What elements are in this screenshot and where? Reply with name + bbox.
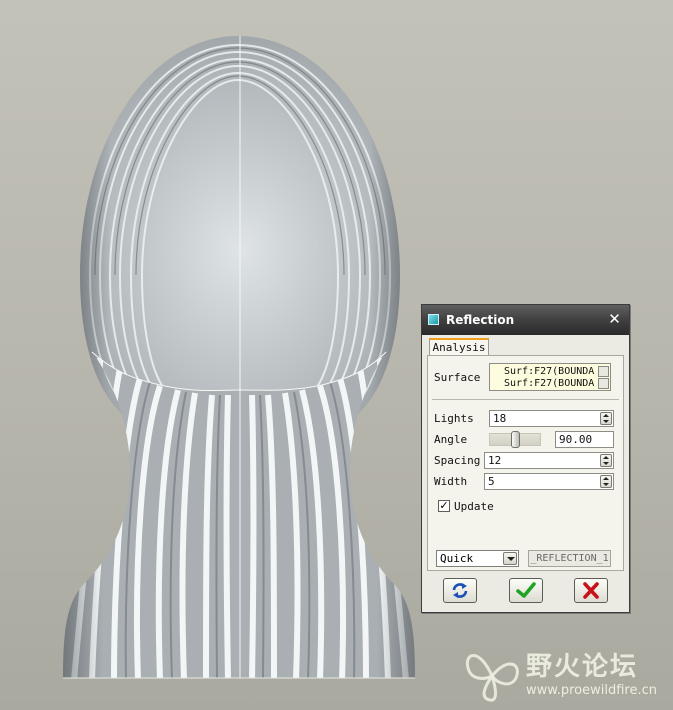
analysis-panel: Surface Surf:F27(BOUNDA Surf:F27(BOUNDA … — [427, 355, 624, 571]
mode-select[interactable]: Quick — [436, 550, 519, 567]
watermark-title: 野火论坛 — [526, 652, 639, 682]
close-icon[interactable]: ✕ — [606, 311, 623, 328]
reflection-icon — [428, 314, 439, 325]
width-spinner-icon[interactable] — [600, 475, 612, 488]
scroll-up-icon[interactable] — [598, 366, 609, 377]
surface-collector[interactable]: Surf:F27(BOUNDA Surf:F27(BOUNDA — [489, 363, 611, 391]
watermark-url: www.proewildfire.cn — [526, 683, 657, 698]
butterfly-logo-icon — [465, 654, 519, 702]
spacing-spinner-icon[interactable] — [600, 454, 612, 467]
lights-label: Lights — [434, 412, 474, 425]
tab-analysis[interactable]: Analysis — [429, 338, 489, 356]
dialog-title: Reflection — [446, 313, 515, 327]
repeat-icon — [452, 583, 468, 598]
surface-item[interactable]: Surf:F27(BOUNDA — [504, 366, 594, 378]
angle-slider-thumb[interactable] — [511, 431, 520, 448]
spacing-input[interactable]: 12 — [484, 452, 614, 469]
update-checkbox[interactable]: ✓ — [438, 500, 450, 512]
lights-spinner-icon[interactable] — [600, 412, 612, 425]
cancel-button[interactable] — [574, 578, 608, 603]
width-label: Width — [434, 475, 468, 488]
surface-label: Surface — [434, 371, 481, 384]
angle-slider[interactable] — [489, 431, 541, 448]
result-name-field[interactable]: _REFLECTION_1 — [528, 550, 611, 567]
dialog-titlebar[interactable]: Reflection ✕ — [422, 305, 629, 335]
repeat-button[interactable] — [443, 578, 477, 603]
lights-input[interactable]: 18 — [489, 410, 614, 427]
checkmark-icon — [516, 582, 536, 598]
reflection-dialog: Reflection ✕ Analysis Surface Surf:F27(B… — [421, 304, 630, 613]
surface-item[interactable]: Surf:F27(BOUNDA — [504, 378, 594, 390]
ok-button[interactable] — [509, 578, 543, 603]
site-watermark: 野火论坛 www.proewildfire.cn — [460, 640, 668, 708]
cancel-icon — [583, 582, 599, 599]
chevron-down-icon[interactable] — [503, 552, 517, 565]
update-label[interactable]: Update — [454, 500, 494, 513]
angle-input[interactable]: 90.00 — [555, 431, 614, 448]
spacing-label: Spacing — [434, 454, 481, 467]
scroll-down-icon[interactable] — [598, 378, 609, 389]
angle-label: Angle — [434, 433, 468, 446]
divider — [432, 399, 619, 400]
width-input[interactable]: 5 — [484, 473, 614, 490]
